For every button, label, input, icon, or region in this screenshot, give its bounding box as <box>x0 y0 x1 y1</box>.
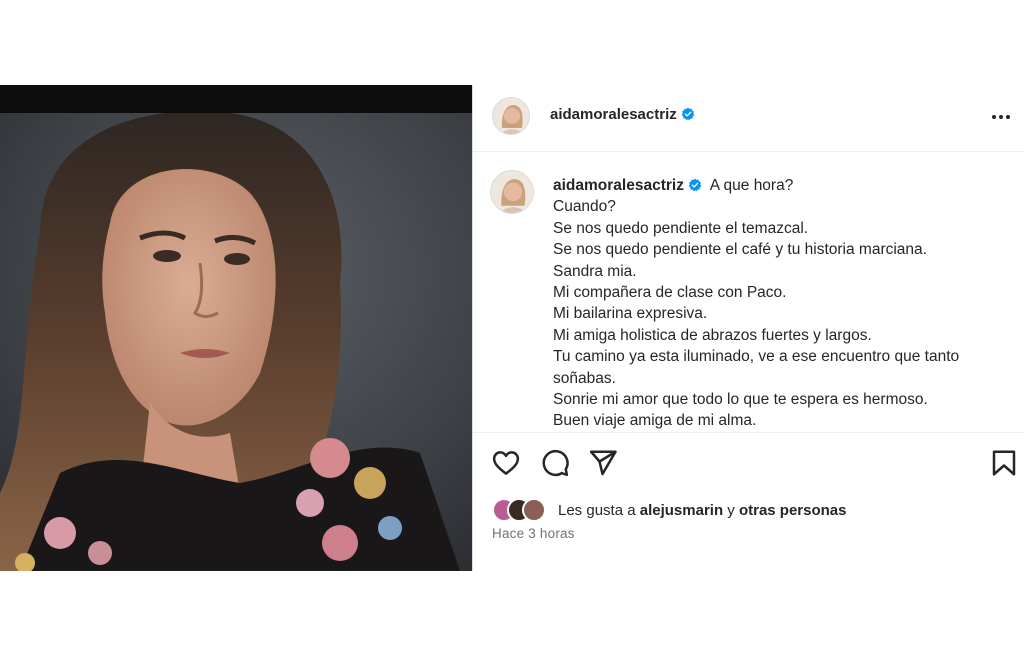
liker-avatar <box>522 498 546 522</box>
caption-line: A que hora? <box>709 177 794 194</box>
post-actions: Les gusta a alejusmarin y otras personas… <box>473 432 1024 572</box>
other-likers-link[interactable]: otras personas <box>739 502 847 519</box>
verified-badge-icon <box>681 107 695 121</box>
caption-line: Mi amiga holistica de abrazos fuertes y … <box>553 326 872 344</box>
caption-text: aidamoralesactriz A que hora? Cuando? Se… <box>553 175 1003 431</box>
caption-line: soñabas. <box>553 369 616 387</box>
paper-plane-icon[interactable] <box>588 448 618 478</box>
heart-icon[interactable] <box>491 448 521 478</box>
comment-icon[interactable] <box>540 448 570 478</box>
post-photo[interactable] <box>0 85 472 571</box>
photo-letterbox-bar <box>0 85 472 113</box>
likes-text: Les gusta a alejusmarin y otras personas <box>558 501 847 519</box>
caption-author-avatar[interactable] <box>490 170 534 214</box>
caption-line: Buen viaje amiga de mi alma. <box>553 412 757 430</box>
likes-summary[interactable]: Les gusta a alejusmarin y otras personas <box>492 498 847 522</box>
caption-line: Se nos quedo pendiente el temazcal. <box>553 219 809 237</box>
caption-line: Mi bailarina expresiva. <box>553 305 708 323</box>
more-options-icon[interactable] <box>989 105 1013 129</box>
post-header: aidamoralesactriz <box>473 85 1024 152</box>
author-username[interactable]: aidamoralesactriz <box>550 106 695 123</box>
caption-line: Mi compañera de clase con Paco. <box>553 284 787 302</box>
post-caption: aidamoralesactriz A que hora? Cuando? Se… <box>473 153 1024 431</box>
caption-line: Sandra mia. <box>553 262 637 280</box>
portrait-image <box>0 113 472 571</box>
bookmark-icon[interactable] <box>989 448 1019 478</box>
author-avatar[interactable] <box>492 97 530 135</box>
instagram-post: aidamoralesactriz aidamoralesactriz A qu… <box>0 85 1024 571</box>
verified-badge-icon <box>688 178 702 192</box>
caption-first-line: aidamoralesactriz A que hora? <box>553 175 1003 196</box>
post-timestamp[interactable]: Hace 3 horas <box>492 526 575 541</box>
caption-line: Cuando? <box>553 198 616 216</box>
caption-line: Se nos quedo pendiente el café y tu hist… <box>553 241 927 259</box>
liker-username[interactable]: alejusmarin <box>640 502 723 519</box>
caption-line: Tu camino ya esta iluminado, ve a ese en… <box>553 348 960 366</box>
post-sidebar: aidamoralesactriz aidamoralesactriz A qu… <box>472 85 1024 571</box>
caption-username[interactable]: aidamoralesactriz <box>553 177 684 194</box>
caption-line: Sonrie mi amor que todo lo que te espera… <box>553 391 928 409</box>
liker-avatars <box>492 498 554 522</box>
